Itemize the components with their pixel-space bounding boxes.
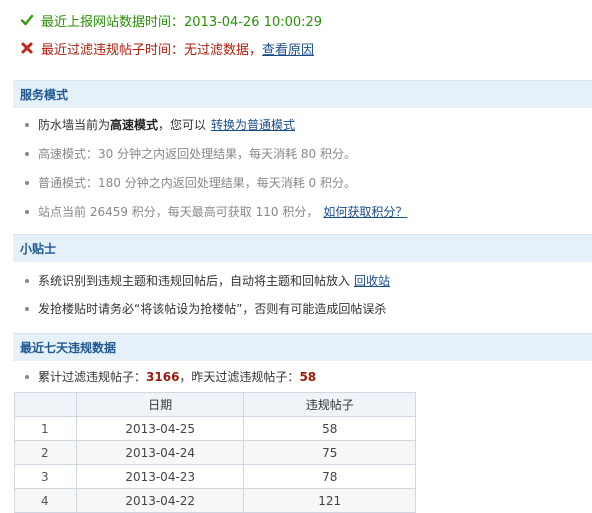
bullet-icon (25, 375, 29, 379)
row-count: 58 (243, 416, 416, 441)
how-to-get-points-link[interactable]: 如何获取积分？ (323, 203, 407, 221)
total-label: 累计过滤违规帖子： (38, 370, 147, 384)
bullet-icon (25, 210, 29, 214)
tip-recycle-text: 系统识别到违规主题和违规回帖后，自动将主题和回帖放入 (38, 274, 351, 288)
violation-summary: 累计过滤违规帖子： 3166 ，昨天过滤违规帖子： 58 (25, 368, 316, 386)
row-date: 2013-04-23 (75, 464, 245, 489)
fast-mode-text: 高速模式：30 分钟之内返回处理结果，每天消耗 80 积分。 (38, 147, 356, 161)
row-index: 2 (14, 440, 77, 465)
row-index: 4 (14, 488, 77, 513)
filter-time-status: 最近过滤违规帖子时间：无过滤数据， 查看原因 (20, 39, 314, 58)
view-reason-link[interactable]: 查看原因 (262, 39, 314, 58)
row-index: 3 (14, 464, 77, 489)
report-time-text: 最近上报网站数据时间：2013-04-26 10:00:29 (41, 14, 323, 30)
table-header-row: 日期 违规帖子 (14, 392, 416, 417)
row-date: 2013-04-22 (75, 488, 245, 513)
yesterday-label: ，昨天过滤违规帖子： (179, 370, 300, 384)
col-header-index (14, 392, 77, 417)
tips-header: 小贴士 (13, 234, 592, 262)
points-desc: 站点当前 26459 积分，每天最高可获取 110 积分， 如何获取积分？ (25, 203, 407, 221)
row-count: 75 (243, 440, 416, 465)
row-count: 78 (243, 464, 416, 489)
current-mode-item: 防水墙当前为 高速模式 ，您可以 转换为普通模式 (25, 116, 295, 134)
table-row: 1 2013-04-25 58 (14, 416, 416, 441)
yesterday-value: 58 (299, 370, 317, 384)
bullet-icon (25, 181, 29, 185)
row-index: 1 (14, 416, 77, 441)
bullet-icon (25, 152, 29, 156)
tip-recycle-item: 系统识别到违规主题和违规回帖后，自动将主题和回帖放入 回收站 (25, 272, 390, 290)
total-value: 3166 (146, 370, 180, 384)
row-date: 2013-04-25 (75, 416, 245, 441)
table-row: 2 2013-04-24 75 (14, 440, 416, 465)
bullet-icon (25, 307, 29, 311)
tip-floor-post-item: 发抢楼贴时请务必“将该帖设为抢楼帖”，否则有可能造成回帖误杀 (25, 300, 386, 318)
tip-floor-post-text: 发抢楼贴时请务必“将该帖设为抢楼帖”，否则有可能造成回帖误杀 (38, 302, 387, 316)
col-header-date: 日期 (75, 392, 245, 417)
current-mode-prefix: 防水墙当前为 (38, 118, 111, 132)
violations-table: 日期 违规帖子 1 2013-04-25 58 2 2013-04-24 75 … (14, 392, 416, 513)
filter-time-text: 最近过滤违规帖子时间：无过滤数据， (41, 42, 263, 58)
check-icon (20, 14, 34, 26)
row-count: 121 (243, 488, 416, 513)
table-row: 4 2013-04-22 121 (14, 488, 416, 513)
service-mode-header: 服务模式 (13, 80, 592, 108)
error-cross-icon (21, 42, 33, 54)
table-row: 3 2013-04-23 78 (14, 464, 416, 489)
col-header-count: 违规帖子 (243, 392, 416, 417)
recent-violations-header: 最近七天违规数据 (13, 333, 592, 361)
bullet-icon (25, 279, 29, 283)
points-text: 站点当前 26459 积分，每天最高可获取 110 积分， (38, 205, 319, 219)
current-mode-mid: ，您可以 (158, 118, 207, 132)
row-date: 2013-04-24 (75, 440, 245, 465)
bullet-icon (25, 123, 29, 127)
report-time-status: 最近上报网站数据时间：2013-04-26 10:00:29 (20, 11, 323, 30)
recycle-bin-link[interactable]: 回收站 (354, 272, 390, 290)
normal-mode-text: 普通模式：180 分钟之内返回处理结果，每天消耗 0 积分。 (38, 176, 356, 190)
normal-mode-desc: 普通模式：180 分钟之内返回处理结果，每天消耗 0 积分。 (25, 174, 356, 192)
current-mode-value: 高速模式 (110, 118, 159, 132)
fast-mode-desc: 高速模式：30 分钟之内返回处理结果，每天消耗 80 积分。 (25, 145, 356, 163)
switch-to-normal-mode-link[interactable]: 转换为普通模式 (211, 116, 295, 134)
